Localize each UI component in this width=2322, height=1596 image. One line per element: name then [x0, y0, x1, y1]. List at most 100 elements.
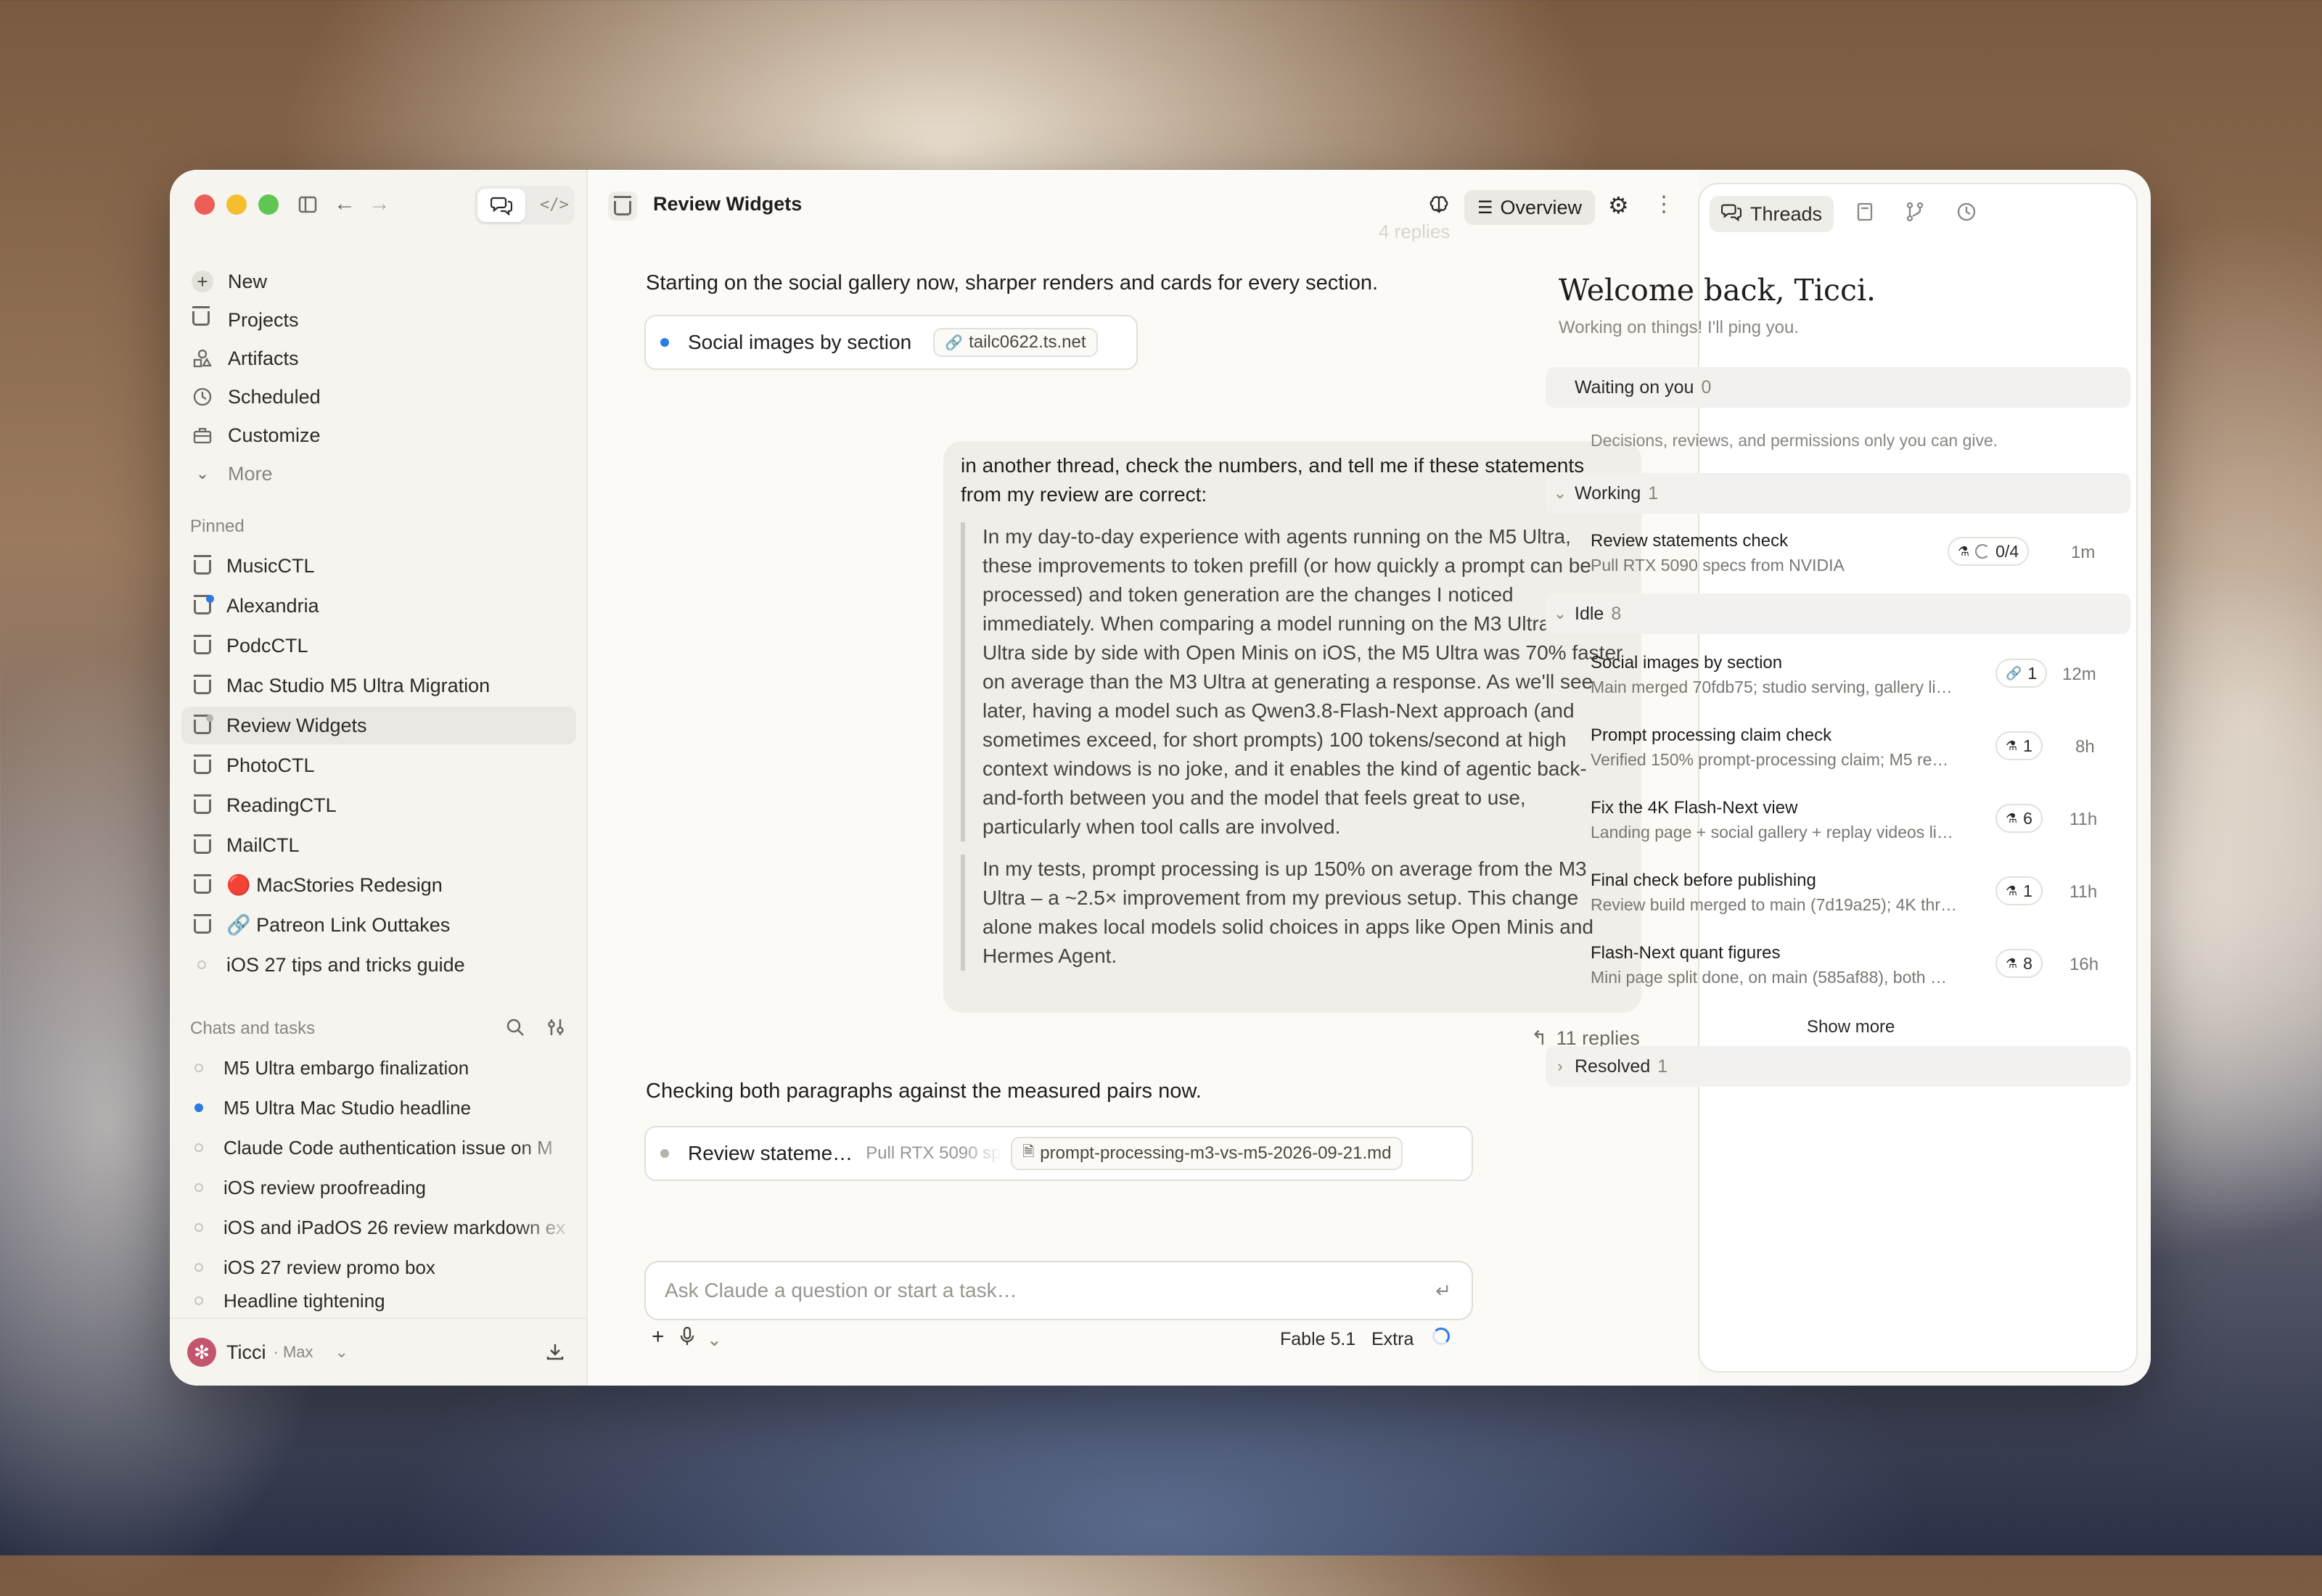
- link-icon: 🔗: [945, 334, 964, 351]
- nav-new[interactable]: + New: [190, 264, 267, 299]
- thread-row[interactable]: Flash-Next quant figures Mini page split …: [1591, 943, 1961, 987]
- chevron-down-icon[interactable]: ⌄: [707, 1329, 722, 1351]
- group-idle[interactable]: ⌄ Idle 8: [1546, 593, 2130, 634]
- welcome-subtitle: Working on things! I'll ping you.: [1559, 318, 1799, 337]
- nav-artifacts[interactable]: Artifacts: [190, 341, 299, 376]
- chat-item[interactable]: iOS review proofreading: [181, 1169, 576, 1206]
- show-more-button[interactable]: Show more: [1807, 1017, 1895, 1037]
- minimize-window-button[interactable]: [226, 194, 247, 215]
- thread-title: Social images by section: [1591, 653, 1783, 672]
- chat-item[interactable]: Headline tightening: [181, 1288, 576, 1313]
- progress-badge: ⚗ 0/4: [1948, 537, 2030, 566]
- back-arrow-icon[interactable]: ←: [334, 193, 356, 215]
- assistant-message: Checking both paragraphs against the mea…: [646, 1079, 1202, 1103]
- sidebar-toggle-icon[interactable]: [298, 194, 318, 219]
- group-working[interactable]: ⌄ Working 1: [1546, 473, 2130, 514]
- chat-item[interactable]: iOS and iPadOS 26 review markdown ex: [181, 1209, 576, 1246]
- clock-icon: [190, 384, 215, 409]
- tray-icon: [192, 635, 213, 655]
- nav-more[interactable]: ⌄ More: [190, 456, 273, 491]
- chat-item[interactable]: M5 Ultra embargo finalization: [181, 1049, 576, 1087]
- thread-title: Final check before publishing: [1591, 871, 1816, 890]
- user-bar[interactable]: ✻ Ticci · Max ⌄: [170, 1317, 586, 1386]
- model-selector[interactable]: Fable 5.1: [1280, 1329, 1355, 1350]
- faded-replies-count: 4 replies: [1379, 221, 1451, 242]
- tray-icon: [192, 595, 214, 615]
- status-dot: [194, 1064, 203, 1072]
- microphone-icon[interactable]: [679, 1326, 695, 1352]
- badge-count: 6: [2023, 808, 2032, 828]
- nav-label: Customize: [228, 424, 321, 446]
- nav-scheduled[interactable]: Scheduled: [190, 379, 321, 414]
- pinned-item-photoctl[interactable]: PhotoCTL: [181, 746, 576, 784]
- download-icon[interactable]: [546, 1342, 565, 1366]
- thread-title: Review statements check: [1591, 531, 1789, 551]
- user-message-intro: in another thread, check the numbers, an…: [961, 454, 1585, 506]
- spinner-icon: [1975, 544, 1990, 559]
- pinned-label: 🔴 MacStories Redesign: [226, 874, 443, 896]
- agent-icon: ⚗: [2006, 883, 2018, 898]
- tray-icon: [192, 555, 213, 575]
- nav-customize[interactable]: Customize: [190, 418, 321, 453]
- attach-plus-icon[interactable]: +: [652, 1325, 665, 1349]
- pinned-item-musicctl[interactable]: MusicCTL: [181, 547, 576, 585]
- avatar: ✻: [187, 1338, 216, 1367]
- reply-badge: ⚗ 1: [1995, 731, 2043, 760]
- thread-row[interactable]: Fix the 4K Flash-Next view Landing page +…: [1591, 798, 1961, 842]
- brain-icon[interactable]: [1428, 194, 1450, 220]
- return-icon[interactable]: ↵: [1435, 1280, 1451, 1302]
- chip-subtitle: Pull RTX 5090 specs: [866, 1143, 1004, 1163]
- pinned-item-podcctl[interactable]: PodcCTL: [181, 627, 576, 665]
- tray-icon: [190, 306, 215, 332]
- pinned-item-ios27-tips[interactable]: iOS 27 tips and tricks guide: [181, 946, 576, 984]
- blockquote: In my day-to-day experience with agents …: [961, 522, 1624, 842]
- unread-dot: [194, 1103, 203, 1112]
- thread-chip-review-statements[interactable]: Review stateme… Pull RTX 5090 specs 🗎 pro…: [644, 1126, 1473, 1181]
- chats-search-icon[interactable]: [505, 1017, 525, 1041]
- reply-badge: 🔗 1: [1995, 659, 2048, 688]
- chat-item[interactable]: iOS 27 review promo box: [181, 1249, 576, 1286]
- pinned-item-readingctl[interactable]: ReadingCTL: [181, 786, 576, 824]
- pinned-item-mac-studio[interactable]: Mac Studio M5 Ultra Migration: [181, 667, 576, 704]
- thread-row[interactable]: Social images by section Main merged 70fd…: [1591, 653, 1961, 697]
- pinned-item-mailctl[interactable]: MailCTL: [181, 826, 576, 864]
- plus-icon: +: [190, 269, 215, 294]
- effort-selector[interactable]: Extra: [1371, 1329, 1414, 1350]
- link-chip[interactable]: 🔗 tailc0622.ts.net: [933, 328, 1098, 357]
- agent-icon: ⚗: [2006, 810, 2018, 826]
- close-window-button[interactable]: [194, 194, 215, 215]
- blockquote: In my tests, prompt processing is up 150…: [961, 855, 1624, 971]
- tray-icon: [192, 834, 213, 855]
- group-resolved[interactable]: › Resolved 1: [1546, 1046, 2130, 1087]
- thread-row[interactable]: Final check before publishing Review buil…: [1591, 871, 1961, 915]
- pinned-item-alexandria[interactable]: Alexandria: [181, 587, 576, 625]
- artifacts-icon: [190, 346, 215, 371]
- chat-item[interactable]: M5 Ultra Mac Studio headline: [181, 1089, 576, 1127]
- pinned-item-review-widgets[interactable]: Review Widgets: [181, 707, 576, 744]
- thread-row[interactable]: Review statements check Pull RTX 5090 sp…: [1591, 531, 1961, 575]
- nav-projects[interactable]: Projects: [190, 303, 299, 337]
- group-waiting[interactable]: Waiting on you 0: [1546, 367, 2130, 408]
- thread-chip-social-images[interactable]: Social images by section 🔗 tailc0622.ts.n…: [644, 315, 1138, 370]
- chats-filter-icon[interactable]: [546, 1017, 566, 1041]
- tray-icon: [192, 874, 213, 894]
- chat-mode-icon[interactable]: [490, 195, 513, 219]
- file-chip[interactable]: 🗎 prompt-processing-m3-vs-m5-2026-09-21.m…: [1011, 1137, 1403, 1170]
- user-name: Ticci: [226, 1341, 266, 1363]
- pinned-item-patreon-link-outtakes[interactable]: 🔗 Patreon Link Outtakes: [181, 906, 576, 944]
- thread-row[interactable]: Prompt processing claim check Verified 15…: [1591, 725, 1961, 770]
- chat-item[interactable]: Claude Code authentication issue on M: [181, 1129, 576, 1167]
- pinned-item-macstories-redesign[interactable]: 🔴 MacStories Redesign: [181, 866, 576, 904]
- nav-label: New: [228, 270, 268, 292]
- code-mode-icon[interactable]: </>: [540, 196, 569, 214]
- status-dot: [194, 1183, 203, 1192]
- chat-label: M5 Ultra Mac Studio headline: [223, 1096, 472, 1119]
- chevron-down-icon[interactable]: ⌄: [335, 1343, 348, 1362]
- group-count: 0: [1701, 377, 1712, 398]
- forward-arrow-icon[interactable]: →: [369, 193, 390, 215]
- message-input[interactable]: Ask Claude a question or start a task… ↵: [644, 1261, 1473, 1320]
- welcome-heading: Welcome back, Ticci.: [1559, 273, 1876, 308]
- waiting-description: Decisions, reviews, and permissions only…: [1591, 431, 1998, 450]
- zoom-window-button[interactable]: [258, 194, 279, 215]
- thread-age: 11h: [2069, 810, 2098, 829]
